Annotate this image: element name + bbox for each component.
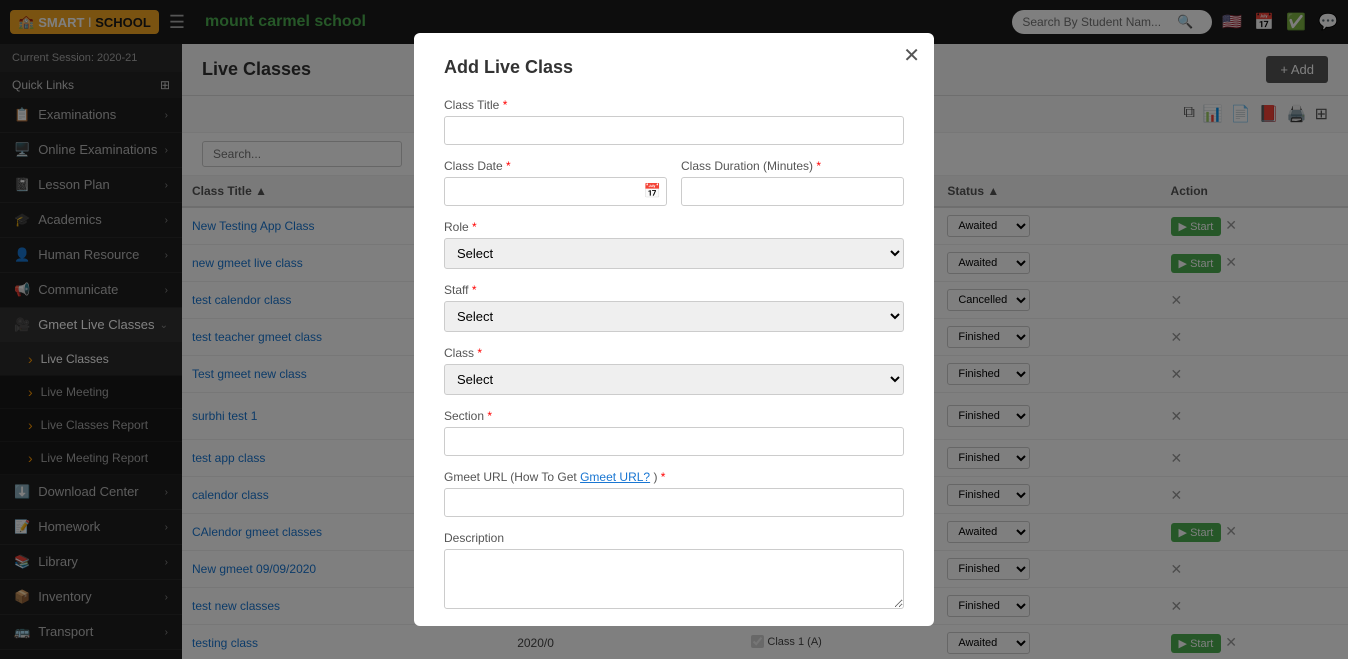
- label-gmeet-url: Gmeet URL (How To Get Gmeet URL? ) *: [444, 470, 904, 484]
- select-class[interactable]: Select: [444, 364, 904, 395]
- field-description: Description: [444, 531, 904, 612]
- label-section: Section *: [444, 409, 904, 423]
- label-class: Class *: [444, 346, 904, 360]
- modal-title: Add Live Class: [444, 57, 904, 78]
- field-staff: Staff * Select: [444, 283, 904, 332]
- label-class-title: Class Title *: [444, 98, 904, 112]
- label-role: Role *: [444, 220, 904, 234]
- input-class-duration[interactable]: [681, 177, 904, 206]
- label-class-duration: Class Duration (Minutes) *: [681, 159, 904, 173]
- field-section: Section *: [444, 409, 904, 456]
- gmeet-url-link[interactable]: Gmeet URL?: [580, 470, 650, 484]
- modal-overlay: ✕ Add Live Class Class Title * Class Dat…: [0, 0, 1348, 659]
- label-staff: Staff *: [444, 283, 904, 297]
- field-class: Class * Select: [444, 346, 904, 395]
- label-description: Description: [444, 531, 904, 545]
- form-row-date-duration: Class Date * 📅 Class Duration (Minutes) …: [444, 159, 904, 206]
- field-class-date: Class Date * 📅: [444, 159, 667, 206]
- add-live-class-modal: ✕ Add Live Class Class Title * Class Dat…: [414, 33, 934, 626]
- label-class-date: Class Date *: [444, 159, 667, 173]
- select-role[interactable]: Select: [444, 238, 904, 269]
- field-class-duration: Class Duration (Minutes) *: [681, 159, 904, 206]
- field-role: Role * Select: [444, 220, 904, 269]
- input-class-title[interactable]: [444, 116, 904, 145]
- field-class-title: Class Title *: [444, 98, 904, 145]
- input-section[interactable]: [444, 427, 904, 456]
- input-gmeet-url[interactable]: [444, 488, 904, 517]
- required-star: *: [503, 98, 508, 112]
- field-gmeet-url: Gmeet URL (How To Get Gmeet URL? ) *: [444, 470, 904, 517]
- input-class-date[interactable]: [444, 177, 667, 206]
- date-input-wrapper: 📅: [444, 177, 667, 206]
- textarea-description[interactable]: [444, 549, 904, 609]
- modal-close-button[interactable]: ✕: [903, 43, 920, 68]
- select-staff[interactable]: Select: [444, 301, 904, 332]
- calendar-picker-icon[interactable]: 📅: [644, 183, 661, 200]
